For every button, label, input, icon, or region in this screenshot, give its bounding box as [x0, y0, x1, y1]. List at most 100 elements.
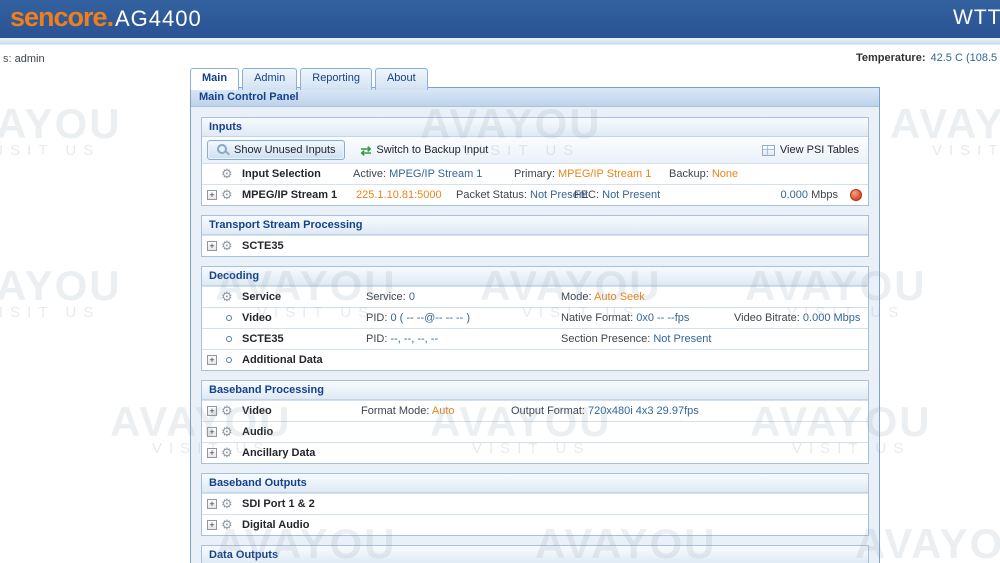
- stream-bitrate: 0.000 Mbps: [781, 189, 839, 201]
- logo-dot: .: [107, 2, 114, 32]
- active-label: Active:: [353, 168, 386, 180]
- digital-audio-label: Digital Audio: [242, 519, 309, 531]
- bullet-icon: [226, 336, 232, 342]
- native-format-field: Native Format: 0x0 -- --fps: [561, 312, 689, 324]
- service-num-value: 0: [409, 291, 415, 303]
- bitrate-value: 0.000: [781, 189, 809, 201]
- scte35-label: SCTE35: [242, 240, 284, 252]
- format-mode-value: Auto: [432, 405, 455, 417]
- baseband-processing-header: Baseband Processing: [202, 381, 868, 400]
- native-format-label: Native Format:: [561, 312, 633, 324]
- decoding-header: Decoding: [202, 267, 868, 286]
- decode-scte35-label: SCTE35: [242, 333, 284, 345]
- watermark: AVAYOUVISIT US: [890, 100, 1000, 159]
- native-format-value: 0x0 -- --fps: [636, 312, 689, 324]
- tab-admin[interactable]: Admin: [242, 68, 297, 90]
- table-icon: [762, 145, 775, 156]
- bitrate-unit: Mbps: [811, 189, 838, 201]
- mode-value: Auto Seek: [594, 291, 645, 303]
- section-decoding: Decoding ⚙ Service Service: 0 Mode: Auto…: [201, 266, 869, 371]
- baseband-outputs-header: Baseband Outputs: [202, 474, 868, 493]
- expand-icon[interactable]: +: [207, 448, 217, 458]
- expand-icon[interactable]: +: [207, 427, 217, 437]
- stream-address: 225.1.10.81:5000: [356, 189, 442, 201]
- temperature-info: Temperature: 42.5 C (108.5 F) S: [856, 52, 1000, 64]
- show-unused-inputs-button[interactable]: Show Unused Inputs: [207, 140, 345, 160]
- stream-address-value: 225.1.10.81:5000: [356, 189, 442, 201]
- decode-video-label: Video: [242, 312, 272, 324]
- sdi-port-label: SDI Port 1 & 2: [242, 498, 315, 510]
- panel-title: Main Control Panel: [191, 88, 879, 107]
- gear-icon[interactable]: ⚙: [221, 424, 233, 440]
- bb-video-label: Video: [242, 405, 272, 417]
- video-pid-value: 0 ( -- --@-- -- -- ): [390, 312, 470, 324]
- expand-icon[interactable]: +: [207, 406, 217, 416]
- backup-input-field: Backup: None: [669, 168, 738, 180]
- tab-bar: Main Admin Reporting About: [190, 68, 428, 90]
- scte35-pid-label: PID:: [366, 333, 387, 345]
- tab-about[interactable]: About: [375, 68, 428, 90]
- watermark: AVAYOUVISIT US: [0, 100, 122, 159]
- main-control-panel: Main Control Panel Inputs Show Unused In…: [190, 87, 880, 563]
- banner-divider: [0, 38, 1000, 45]
- service-label: Service: [242, 291, 281, 303]
- bb-audio-row: + ⚙ Audio: [202, 421, 868, 442]
- data-outputs-header: Data Outputs: [202, 546, 868, 563]
- gear-icon[interactable]: ⚙: [221, 238, 233, 254]
- panel-body: Inputs Show Unused Inputs ⇄ Switch to Ba…: [191, 107, 879, 563]
- gear-icon[interactable]: ⚙: [221, 403, 233, 419]
- gear-icon[interactable]: ⚙: [221, 496, 233, 512]
- backup-value: None: [712, 168, 738, 180]
- decode-video-row: Video PID: 0 ( -- --@-- -- -- ) Native F…: [202, 307, 868, 328]
- digital-audio-row: + ⚙ Digital Audio: [202, 514, 868, 535]
- gear-icon[interactable]: ⚙: [221, 166, 233, 182]
- section-data-outputs: Data Outputs Show Unused Outputs: [201, 545, 869, 563]
- bb-ancillary-label: Ancillary Data: [242, 447, 315, 459]
- primary-value: MPEG/IP Stream 1: [558, 168, 651, 180]
- service-field: Service: 0: [366, 291, 415, 303]
- video-bitrate-label: Video Bitrate:: [734, 312, 800, 324]
- tab-main[interactable]: Main: [190, 68, 239, 90]
- bullet-icon: [226, 315, 232, 321]
- magnifier-icon: [216, 143, 229, 156]
- section-inputs: Inputs Show Unused Inputs ⇄ Switch to Ba…: [201, 117, 869, 206]
- additional-data-row: + Additional Data: [202, 349, 868, 370]
- tab-reporting[interactable]: Reporting: [300, 68, 372, 90]
- transport-header: Transport Stream Processing: [202, 216, 868, 235]
- packet-status-field: Packet Status: Not Present: [456, 189, 588, 201]
- temperature-value: 42.5 C (108.5 F): [930, 52, 1000, 64]
- packet-status-label: Packet Status:: [456, 189, 527, 201]
- expand-icon[interactable]: +: [207, 241, 217, 251]
- model-name: AG4400: [115, 6, 202, 32]
- mode-label: Mode:: [561, 291, 592, 303]
- active-value: MPEG/IP Stream 1: [389, 168, 482, 180]
- expand-icon[interactable]: +: [207, 355, 217, 365]
- temperature-label: Temperature:: [856, 52, 925, 64]
- expand-icon[interactable]: +: [207, 499, 217, 509]
- gear-icon[interactable]: ⚙: [221, 187, 233, 203]
- decode-scte35-row: SCTE35 PID: --, --, --, -- Section Prese…: [202, 328, 868, 349]
- inputs-header: Inputs: [202, 118, 868, 137]
- gear-icon[interactable]: ⚙: [221, 445, 233, 461]
- scte35-row: + ⚙ SCTE35: [202, 235, 868, 256]
- section-presence-value: Not Present: [653, 333, 711, 345]
- video-pid-field: PID: 0 ( -- --@-- -- -- ): [366, 312, 470, 324]
- show-unused-inputs-label: Show Unused Inputs: [234, 144, 336, 156]
- fec-field: FEC: Not Present: [574, 189, 660, 201]
- primary-input-field: Primary: MPEG/IP Stream 1: [514, 168, 651, 180]
- output-format-value: 720x480i 4x3 29.97fps: [588, 405, 699, 417]
- expand-icon[interactable]: +: [207, 520, 217, 530]
- stream-status-led: [850, 189, 862, 201]
- expand-icon[interactable]: +: [207, 190, 217, 200]
- gear-icon[interactable]: ⚙: [221, 517, 233, 533]
- swap-icon: ⇄: [361, 145, 372, 156]
- switch-to-backup-button[interactable]: ⇄ Switch to Backup Input: [357, 142, 493, 158]
- inputs-toolbar: Show Unused Inputs ⇄ Switch to Backup In…: [202, 137, 868, 163]
- gear-icon[interactable]: ⚙: [221, 289, 233, 305]
- switch-to-backup-label: Switch to Backup Input: [376, 144, 488, 156]
- view-psi-tables-button[interactable]: View PSI Tables: [758, 142, 863, 158]
- output-format-field: Output Format: 720x480i 4x3 29.97fps: [511, 405, 699, 417]
- video-pid-label: PID:: [366, 312, 387, 324]
- format-mode-label: Format Mode:: [361, 405, 429, 417]
- user-info: s: admin: [3, 53, 45, 65]
